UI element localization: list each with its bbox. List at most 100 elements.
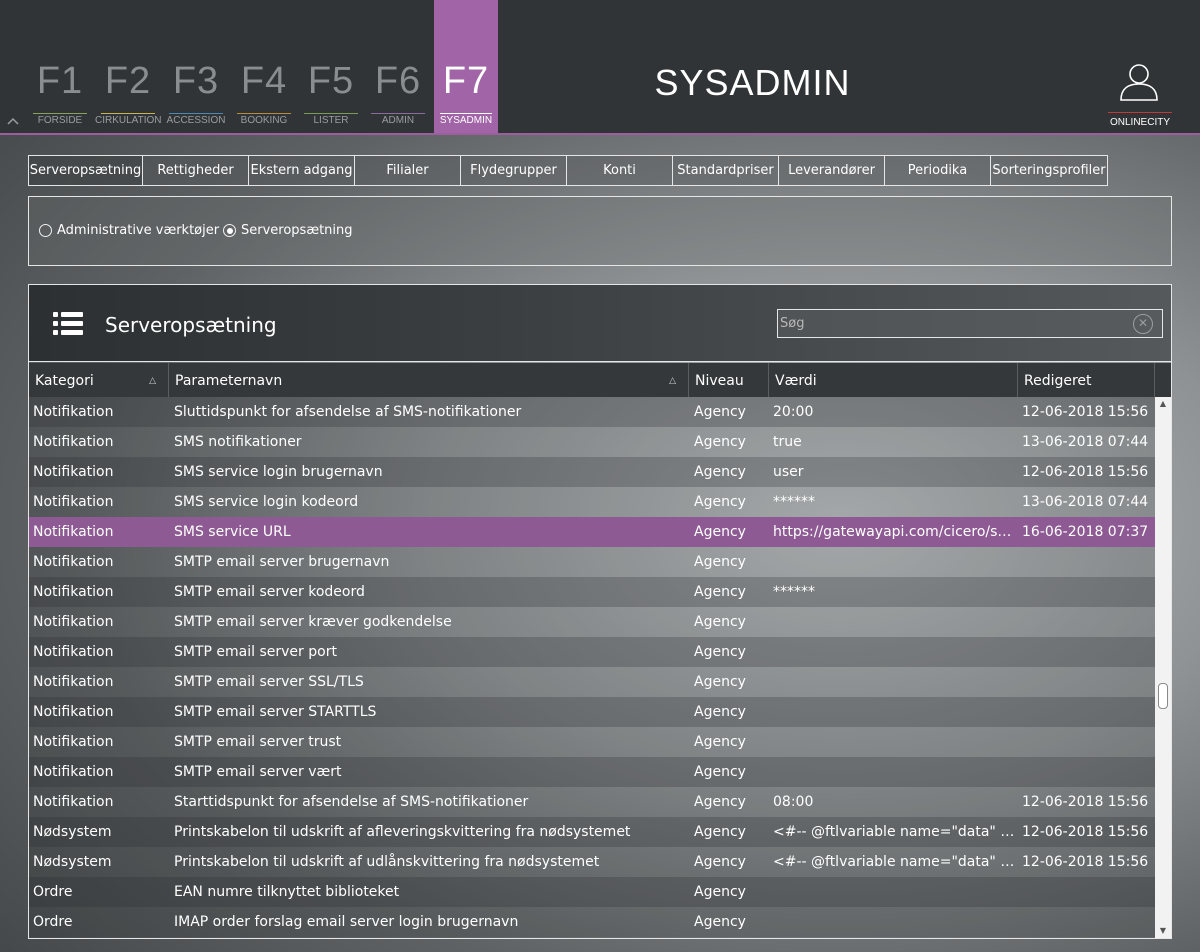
user-label[interactable]: ONLINECITY [1100,117,1180,128]
cell-niveau: Agency [694,914,746,930]
table-row[interactable]: Notifikation SMTP email server vært Agency [29,757,1155,787]
cell-vaerdi: user [773,464,804,480]
cell-redigeret: 12-06-2018 15:56 [1022,794,1149,810]
cell-vaerdi: ****** [773,494,815,510]
column-header-label: Kategori [35,373,94,389]
cell-parameternavn: EAN numre tilknyttet biblioteket [174,884,400,900]
cell-redigeret [1022,907,1154,937]
user-icon[interactable] [1118,62,1160,102]
cell-vaerdi: 20:00 [773,404,814,420]
cell-niveau: Agency [694,644,746,660]
tab-leverandoerer[interactable]: Leverandører [779,155,885,186]
table-row[interactable]: Notifikation SMS service login kodeord Age… [29,487,1155,517]
tab-sorteringsprofiler[interactable]: Sorteringsprofiler [991,155,1108,186]
cell-niveau: Agency [694,734,746,750]
fkey-f5[interactable]: F5 LISTER [298,0,364,133]
cell-kategori: Notifikation [33,734,114,750]
cell-vaerdi: <#-- @ftlvariable name="data" ty… [773,824,1017,840]
fkey-label: CIRKULATION [95,115,162,126]
fkey-underline [33,113,87,114]
tab-rettigheder[interactable]: Rettigheder [143,155,249,186]
tab-filialer[interactable]: Filialer [355,155,461,186]
tab-konti[interactable]: Konti [567,155,673,186]
tab-periodika[interactable]: Periodika [885,155,991,186]
cell-niveau: Agency [694,494,746,510]
cell-vaerdi [773,637,1017,667]
table-row[interactable]: Notifikation SMS service login brugernavn… [29,457,1155,487]
fkey-label: FORSIDE [37,115,83,126]
table-row[interactable]: Notifikation SMS notifikationer Agency true… [29,427,1155,457]
cell-niveau: Agency [694,854,746,870]
fkey-f2[interactable]: F2 CIRKULATION [95,0,162,133]
fkey-f6[interactable]: F6 ADMIN [365,0,431,133]
table-row[interactable]: Notifikation Sluttidspunkt for afsendelse… [29,397,1155,427]
column-header-niveau[interactable]: Niveau [689,363,769,397]
sort-icon[interactable]: △ [149,363,156,399]
cell-niveau: Agency [694,464,746,480]
cell-redigeret [1022,697,1154,727]
cell-parameternavn: Sluttidspunkt for afsendelse af SMS-noti… [174,404,522,420]
cell-niveau: Agency [694,674,746,690]
tab-serveropsaetning[interactable]: Serveropsætning [28,155,143,186]
table-row[interactable]: Notifikation SMTP email server port Agency [29,637,1155,667]
panel-header: Serveropsætning ✕ [29,285,1171,362]
cell-vaerdi: true [773,434,802,450]
table-row[interactable]: Notifikation SMTP email server trust Agenc… [29,727,1155,757]
cell-vaerdi: 08:00 [773,794,814,810]
table-row[interactable]: Nødsystem Printskabelon til udskrift af a… [29,817,1155,847]
tab-flydegrupper[interactable]: Flydegrupper [461,155,567,186]
tab-standardpriser[interactable]: Standardpriser [673,155,779,186]
radio-administrative-tools[interactable]: Administrative værktøjer [39,223,219,238]
cell-kategori: Notifikation [33,764,114,780]
table-row[interactable]: Notifikation SMTP email server brugernavn… [29,547,1155,577]
cell-redigeret [1022,667,1154,697]
vertical-scrollbar[interactable]: ▲ ▼ [1155,397,1171,938]
column-header-redigeret[interactable]: Redigeret [1018,363,1155,397]
table-row[interactable]: Notifikation SMTP email server SSL/TLS Age… [29,667,1155,697]
table-row[interactable]: Notifikation SMTP email server kræver god… [29,607,1155,637]
sort-icon[interactable]: △ [669,363,676,399]
fkey-f3[interactable]: F3 ACCESSION [163,0,229,133]
fkey-f4[interactable]: F4 BOOKING [231,0,297,133]
table-row[interactable]: Ordre IMAP order forslag email server log… [29,907,1155,937]
cell-kategori: Ordre [33,884,73,900]
table-row[interactable]: Notifikation SMS service URL Agency https:/… [29,517,1155,547]
cell-vaerdi [773,757,1017,787]
fkey-f7[interactable]: F7 SYSADMIN [434,0,498,133]
cell-kategori: Notifikation [33,584,114,600]
table-row[interactable]: Notifikation SMTP email server STARTTLS Ag… [29,697,1155,727]
scrollbar-thumb[interactable] [1158,683,1168,709]
table-row[interactable]: Ordre EAN numre tilknyttet biblioteket Age… [29,877,1155,907]
chevron-up-icon[interactable] [7,115,21,127]
table-row[interactable]: Notifikation SMTP email server kodeord Age… [29,577,1155,607]
cell-kategori: Notifikation [33,554,114,570]
column-header-parameternavn[interactable]: Parameternavn △ [169,363,689,397]
fkey-number: F5 [307,60,355,102]
fkey-label: BOOKING [240,115,288,126]
cell-niveau: Agency [694,764,746,780]
table-row[interactable]: Nødsystem Printskabelon til udskrift af u… [29,847,1155,877]
scroll-down-icon[interactable]: ▼ [1158,926,1168,936]
fkey-f1[interactable]: F1 FORSIDE [27,0,93,133]
cell-redigeret [1022,727,1154,757]
panel-title: Serveropsætning [105,313,277,337]
column-header-vaerdi[interactable]: Værdi [769,363,1018,397]
table-body: Notifikation Sluttidspunkt for afsendelse… [29,397,1155,938]
cell-niveau: Agency [694,884,746,900]
cell-kategori: Notifikation [33,704,114,720]
list-icon [53,311,83,337]
cell-parameternavn: SMTP email server port [174,644,337,660]
cell-parameternavn: Starttidspunkt for afsendelse af SMS-not… [174,794,529,810]
cell-redigeret [1022,547,1154,577]
cell-redigeret: 16-06-2018 07:37 [1022,524,1149,540]
column-header-kategori[interactable]: Kategori △ [29,363,169,397]
cell-vaerdi [773,607,1017,637]
cell-vaerdi [773,907,1017,937]
clear-search-icon[interactable]: ✕ [1133,314,1153,334]
tab-ekstern-adgang[interactable]: Ekstern adgang [249,155,355,186]
radio-serveropsaetning[interactable]: Serveropsætning [223,223,353,238]
table-row[interactable]: Notifikation Starttidspunkt for afsendels… [29,787,1155,817]
scroll-up-icon[interactable]: ▲ [1158,399,1168,409]
cell-vaerdi [773,547,1017,577]
search-input[interactable] [777,309,1163,338]
